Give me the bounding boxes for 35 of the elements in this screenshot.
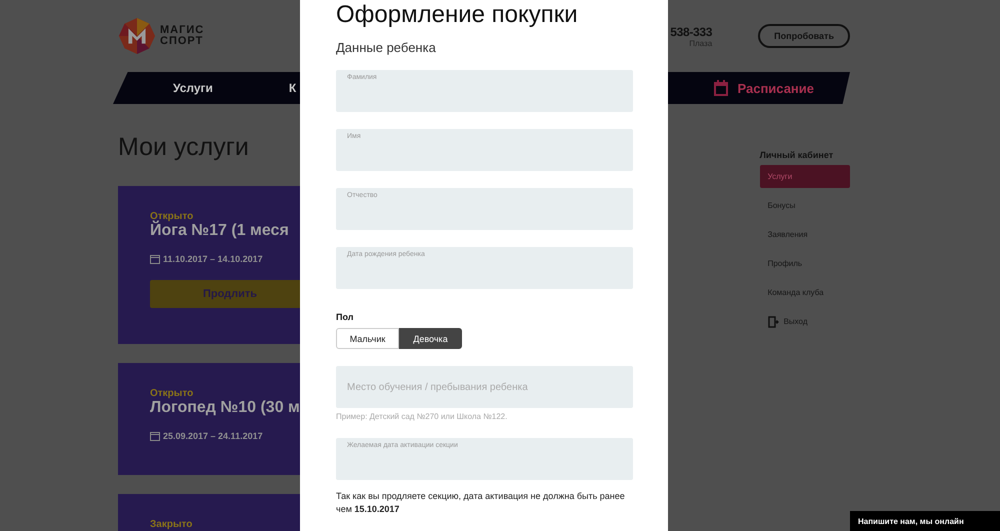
- service-status: Открыто: [150, 211, 194, 222]
- sidebar-title: Личный кабинет: [760, 150, 834, 160]
- service-title: Логопед №10 (30 м: [150, 399, 300, 417]
- phone-number: 538-333: [670, 24, 712, 38]
- activation-note: Так как вы продляете секцию, дата активация не должна быть ранее чем 15.10.2017: [336, 490, 626, 516]
- sidebar-item[interactable]: Бонусы: [760, 194, 850, 217]
- field-hint: Пример: Детский сад №270 или Школа №122.: [336, 412, 508, 421]
- exit-icon: [768, 316, 779, 328]
- gender-label: Пол: [336, 312, 354, 322]
- sidebar-item[interactable]: Заявления: [760, 223, 850, 246]
- sidebar-item[interactable]: Команда клуба: [760, 281, 850, 304]
- calendar-icon: [714, 80, 728, 96]
- schedule-link[interactable]: Расписание: [714, 80, 814, 96]
- sidebar-item[interactable]: Услуги: [760, 165, 850, 188]
- gender-option[interactable]: Девочка: [399, 328, 462, 349]
- nav-link[interactable]: Услуги: [173, 81, 213, 95]
- service-dates: 11.10.2017 – 14.10.2017: [163, 254, 263, 264]
- sidebar-item[interactable]: Профиль: [760, 252, 850, 275]
- chat-widget[interactable]: Напишите нам, мы онлайн: [850, 511, 1000, 531]
- service-status: Закрыто: [150, 519, 192, 530]
- section-title: Данные ребенка: [336, 40, 437, 55]
- page-title: Мои услуги: [118, 133, 249, 162]
- calendar-icon: [150, 254, 160, 264]
- dialog-title: Оформление покупки: [336, 0, 579, 30]
- service-status: Открыто: [150, 388, 194, 399]
- service-dates: 25.09.2017 – 24.11.2017: [163, 431, 263, 441]
- calendar-icon: [150, 431, 160, 441]
- service-title: Йога №17 (1 меся: [150, 222, 289, 240]
- logo-text: МАГИС СПОРТ: [160, 25, 204, 47]
- input-field[interactable]: Место обучения / пребывания ребенка: [336, 366, 633, 408]
- try-button[interactable]: Попробовать: [758, 24, 850, 48]
- nav-link[interactable]: К: [288, 81, 296, 95]
- gender-option[interactable]: Мальчик: [336, 328, 399, 349]
- logo-icon: [118, 17, 156, 55]
- sidebar-item[interactable]: Выход: [760, 310, 850, 333]
